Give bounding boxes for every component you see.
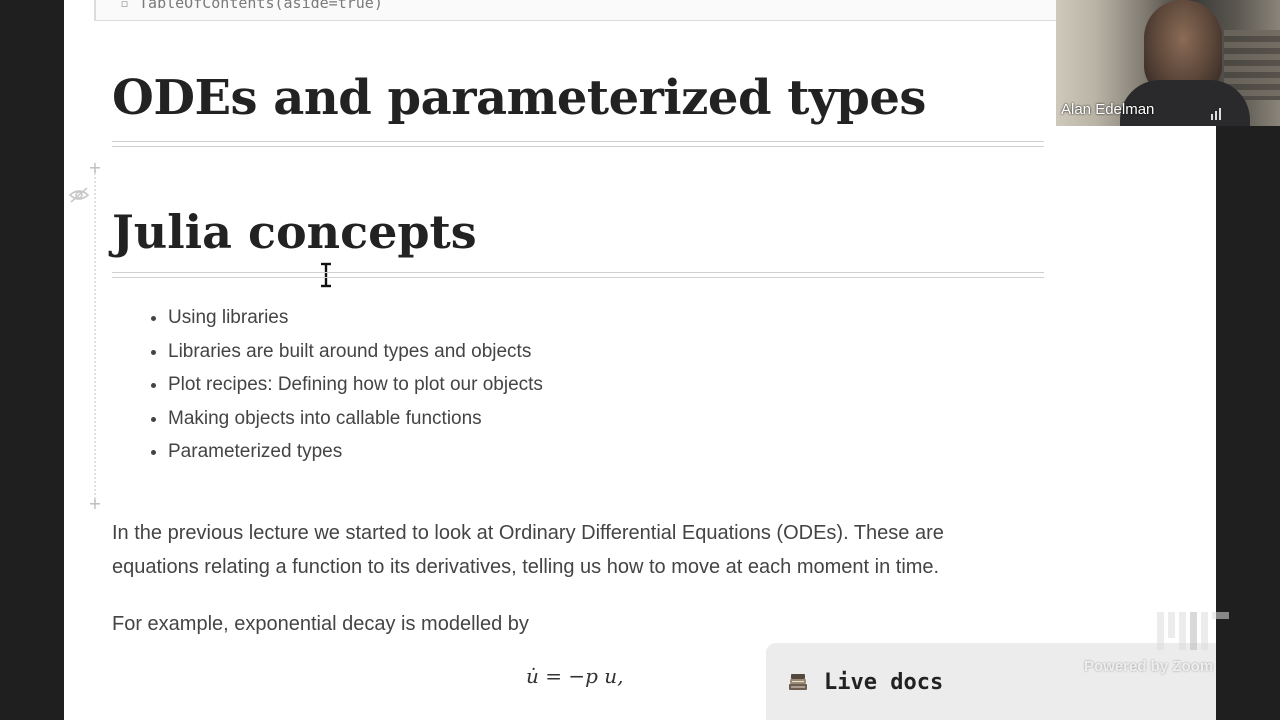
intro-paragraph: In the previous lecture we started to lo… [112, 522, 944, 578]
main-heading: ODEs and parameterized types [112, 70, 926, 126]
participant-name: Alan Edelman [1061, 101, 1155, 118]
books-icon [789, 674, 807, 690]
zoom-watermark: Powered by Zoom [1084, 658, 1214, 675]
hide-code-eye-icon[interactable] [68, 186, 90, 204]
list-item: Parameterized types [168, 437, 543, 471]
section-heading: Julia concepts [112, 205, 477, 259]
speaker-video-tile[interactable]: Alan Edelman [1056, 0, 1280, 126]
cell-gutter [94, 170, 96, 502]
notebook-page[interactable]: ▫ TableOfContents(aside=true) ODEs and pa… [64, 0, 1216, 720]
add-cell-button[interactable]: + [87, 496, 103, 512]
left-background [0, 0, 64, 720]
list-item: Making objects into callable functions [168, 404, 543, 438]
concepts-list: Using libraries Libraries are built arou… [148, 303, 543, 471]
add-cell-button[interactable]: + [87, 160, 103, 176]
heading-divider [112, 141, 1044, 147]
live-docs-panel[interactable]: Live docs [766, 643, 1216, 720]
section-divider [112, 272, 1044, 278]
toc-code-text: TableOfContents(aside=true) [139, 0, 383, 12]
list-item: Libraries are built around types and obj… [168, 337, 543, 371]
audio-level-icon [1211, 108, 1221, 120]
code-bullet: ▫ [120, 0, 130, 12]
toc-code-line: ▫ TableOfContents(aside=true) [120, 0, 383, 12]
list-item: Plot recipes: Defining how to plot our o… [168, 370, 543, 404]
example-paragraph: For example, exponential decay is modell… [112, 613, 529, 635]
live-docs-label: Live docs [824, 670, 944, 695]
mit-logo [1157, 612, 1229, 650]
toc-code-cell[interactable]: ▫ TableOfContents(aside=true) [94, 0, 1062, 21]
list-item: Using libraries [168, 303, 543, 337]
ode-equation: u̇ = −p u, [526, 664, 624, 688]
